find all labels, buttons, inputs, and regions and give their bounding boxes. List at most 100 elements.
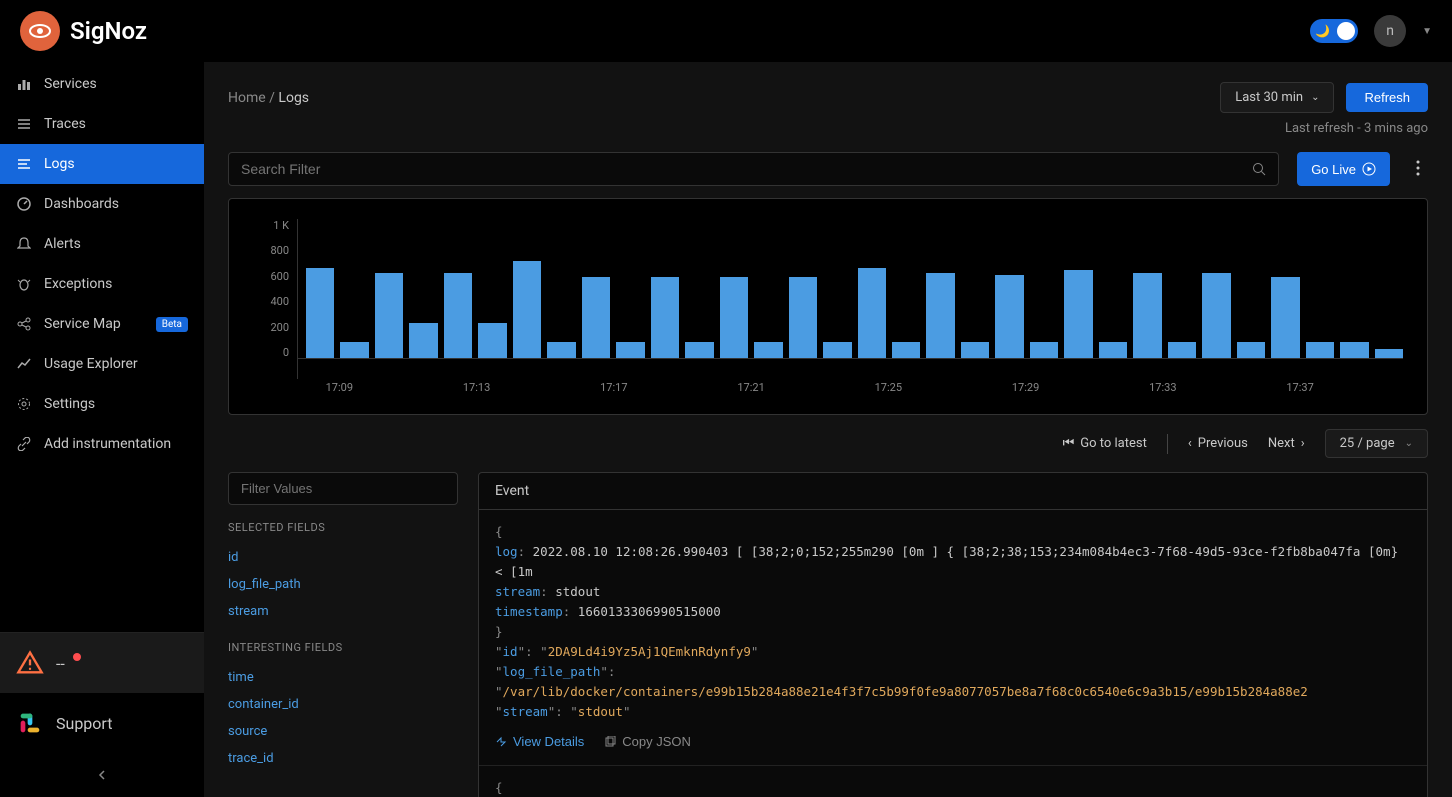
sidebar-warning[interactable]: --: [0, 633, 204, 693]
last-refresh-text: Last refresh - 3 mins ago: [228, 121, 1428, 136]
field-item[interactable]: source: [228, 718, 458, 745]
bell-icon: [16, 236, 32, 252]
sidebar: Services Traces Logs Dashboards Alerts E…: [0, 62, 204, 797]
histogram-bar[interactable]: [582, 277, 610, 359]
histogram-bar[interactable]: [1168, 342, 1196, 359]
histogram-bar[interactable]: [444, 273, 472, 359]
sidebar-item-services[interactable]: Services: [0, 64, 204, 104]
histogram-bar[interactable]: [823, 342, 851, 359]
sidebar-item-alerts[interactable]: Alerts: [0, 224, 204, 264]
field-item[interactable]: container_id: [228, 691, 458, 718]
log-entry[interactable]: {log: 2022.08.10 12:08:26.979999 [ [38;2…: [479, 766, 1427, 797]
theme-toggle[interactable]: 🌙: [1310, 19, 1358, 43]
histogram-bar[interactable]: [478, 323, 506, 359]
content-header: Home / Logs Last 30 min ⌄ Refresh: [228, 82, 1428, 113]
previous-button[interactable]: ‹ Previous: [1188, 436, 1248, 451]
breadcrumb-home[interactable]: Home: [228, 90, 266, 106]
histogram-bar[interactable]: [616, 342, 644, 359]
histogram-bar[interactable]: [1375, 349, 1403, 359]
histogram-chart: 1 K8006004002000 17:0917:1317:1717:2117:…: [228, 198, 1428, 415]
sidebar-item-label: Settings: [44, 396, 95, 412]
go-live-button[interactable]: Go Live: [1297, 152, 1390, 186]
histogram-bar[interactable]: [1030, 342, 1058, 359]
x-axis: 17:0917:1317:1717:2117:2517:2917:3317:37: [305, 379, 1403, 394]
histogram-bar[interactable]: [926, 273, 954, 359]
field-item[interactable]: stream: [228, 598, 458, 625]
breadcrumb: Home / Logs: [228, 90, 309, 106]
histogram-bar[interactable]: [306, 268, 334, 359]
field-item[interactable]: id: [228, 544, 458, 571]
sidebar-item-label: Traces: [44, 116, 86, 132]
chevron-down-icon[interactable]: ▼: [1422, 26, 1432, 37]
histogram-bar[interactable]: [1202, 273, 1230, 359]
histogram-bar[interactable]: [409, 323, 437, 359]
event-panel: Event {log: 2022.08.10 12:08:26.990403 […: [478, 472, 1428, 797]
warning-label: --: [56, 654, 65, 673]
sidebar-support[interactable]: Support: [0, 693, 204, 753]
chart-line-icon: [16, 356, 32, 372]
sidebar-item-settings[interactable]: Settings: [0, 384, 204, 424]
histogram-bar[interactable]: [1064, 270, 1092, 359]
collapse-sidebar-button[interactable]: [0, 753, 204, 797]
chevron-left-icon: ‹: [1188, 436, 1192, 451]
sidebar-item-label: Usage Explorer: [44, 356, 138, 372]
search-row: Go Live: [228, 152, 1428, 186]
search-filter-input[interactable]: [241, 161, 1252, 177]
search-filter-input-wrap: [228, 152, 1279, 186]
search-icon[interactable]: [1252, 162, 1266, 176]
histogram-bar[interactable]: [754, 342, 782, 359]
histogram-bar[interactable]: [961, 342, 989, 359]
histogram-bar[interactable]: [995, 275, 1023, 359]
sidebar-item-add-instrumentation[interactable]: Add instrumentation: [0, 424, 204, 464]
gear-icon: [16, 396, 32, 412]
sidebar-item-dashboards[interactable]: Dashboards: [0, 184, 204, 224]
sidebar-item-usage-explorer[interactable]: Usage Explorer: [0, 344, 204, 384]
fields-panel: SELECTED FIELDS idlog_file_pathstream IN…: [228, 472, 458, 797]
histogram-bar[interactable]: [651, 277, 679, 359]
histogram-bar[interactable]: [789, 277, 817, 359]
sidebar-item-service-map[interactable]: Service Map Beta: [0, 304, 204, 344]
histogram-bar[interactable]: [1271, 277, 1299, 359]
go-to-latest-button[interactable]: ⏮ Go to latest: [1063, 436, 1147, 451]
histogram-bar[interactable]: [375, 273, 403, 359]
more-options-button[interactable]: [1408, 152, 1428, 186]
sidebar-item-traces[interactable]: Traces: [0, 104, 204, 144]
copy-json-button[interactable]: Copy JSON: [604, 732, 691, 753]
histogram-bar[interactable]: [858, 268, 886, 359]
next-button[interactable]: Next ›: [1268, 436, 1305, 451]
histogram-bar[interactable]: [1237, 342, 1265, 359]
field-item[interactable]: time: [228, 664, 458, 691]
user-avatar[interactable]: n: [1374, 15, 1406, 47]
sidebar-item-exceptions[interactable]: Exceptions: [0, 264, 204, 304]
toggle-knob: [1337, 22, 1355, 40]
histogram-bar[interactable]: [1306, 342, 1334, 359]
time-range-select[interactable]: Last 30 min ⌄: [1220, 82, 1334, 113]
bug-icon: [16, 276, 32, 292]
chevron-down-icon: ⌄: [1311, 92, 1319, 103]
filter-values-input[interactable]: [228, 472, 458, 505]
histogram-bar[interactable]: [513, 261, 541, 359]
histogram-bar[interactable]: [892, 342, 920, 359]
sidebar-item-label: Service Map: [44, 316, 121, 332]
field-item[interactable]: log_file_path: [228, 571, 458, 598]
view-details-button[interactable]: View Details: [495, 732, 584, 753]
main-content: Home / Logs Last 30 min ⌄ Refresh Last r…: [204, 62, 1452, 797]
sidebar-item-logs[interactable]: Logs: [0, 144, 204, 184]
refresh-button[interactable]: Refresh: [1346, 83, 1428, 112]
share-icon: [16, 316, 32, 332]
histogram-bar[interactable]: [685, 342, 713, 359]
interesting-fields-title: INTERESTING FIELDS: [228, 641, 458, 654]
status-dot: [73, 653, 81, 661]
histogram-bar[interactable]: [547, 342, 575, 359]
histogram-bar[interactable]: [720, 277, 748, 359]
histogram-bar[interactable]: [340, 342, 368, 359]
histogram-bar[interactable]: [1340, 342, 1368, 359]
sidebar-item-label: Logs: [44, 156, 75, 172]
histogram-bar[interactable]: [1099, 342, 1127, 359]
log-entry[interactable]: {log: 2022.08.10 12:08:26.990403 [ [38;2…: [479, 510, 1427, 766]
page-size-select[interactable]: 25 / page ⌄: [1325, 429, 1428, 458]
histogram-bar[interactable]: [1133, 273, 1161, 359]
field-item[interactable]: trace_id: [228, 745, 458, 772]
beta-badge: Beta: [156, 317, 188, 332]
rewind-icon: ⏮: [1063, 436, 1075, 451]
